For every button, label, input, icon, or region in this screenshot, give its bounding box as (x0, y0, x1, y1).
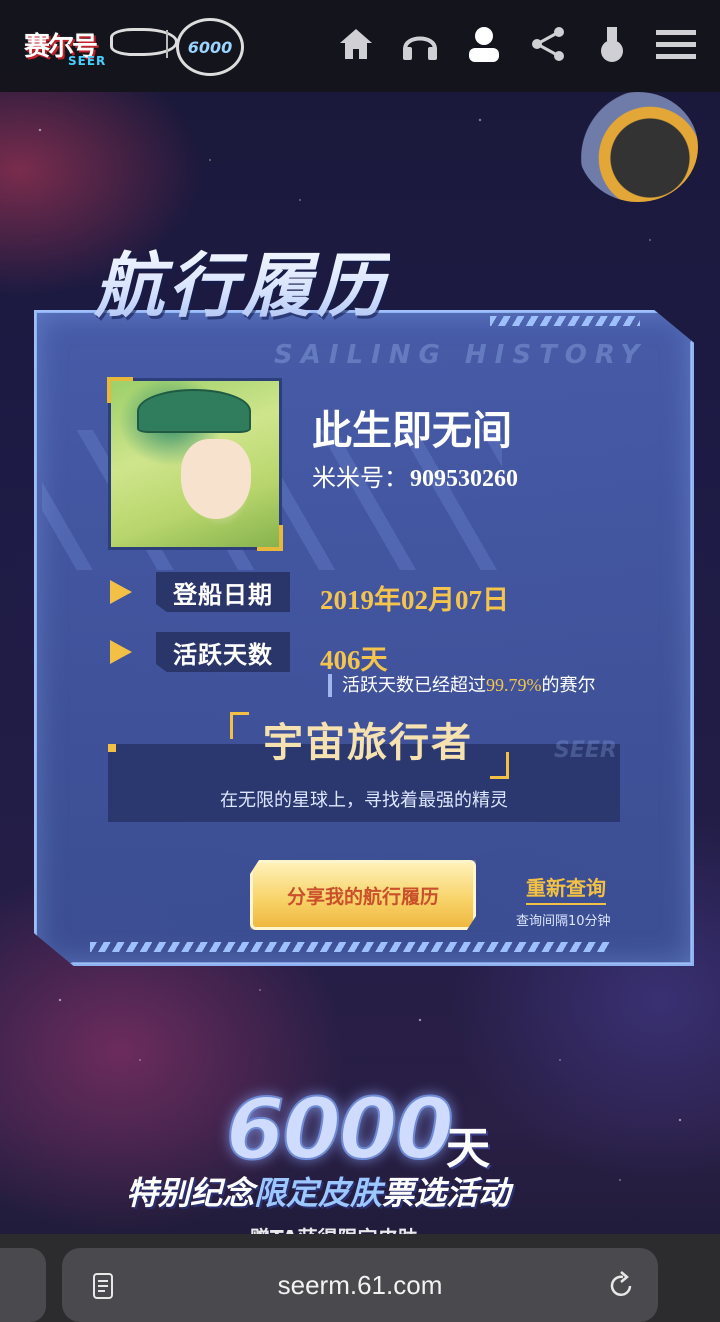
anniversary-badge: 6000 (176, 18, 244, 76)
robot-ear-decoration (578, 92, 698, 202)
sailing-history-card: 航行履历 SAILING HISTORY 此生即无间 米米号：909530260… (34, 230, 694, 966)
player-id-label: 米米号： (312, 464, 408, 492)
card-title: 航行履历 (94, 230, 390, 331)
reader-mode-icon[interactable] (90, 1272, 118, 1300)
avatar-corner-bottom-right (257, 525, 283, 551)
promo-headline-suffix: 票选活动 (382, 1174, 511, 1212)
url-text: seerm.61.com (277, 1269, 443, 1300)
rank-watermark: SEER (554, 738, 617, 763)
player-id-line: 米米号：909530260 (312, 458, 518, 493)
headphones-icon[interactable] (398, 22, 442, 66)
rank-title: 宇宙旅行者 (263, 720, 473, 766)
active-percentile: 99.79% (486, 675, 542, 695)
potion-icon[interactable] (590, 22, 634, 66)
promo-6000-number: 6000 (225, 1079, 455, 1179)
active-note-suffix: 的赛尔 (541, 675, 596, 696)
nav-icons (334, 22, 698, 66)
player-name: 此生即无间 (312, 408, 512, 454)
reload-icon[interactable] (606, 1270, 636, 1300)
user-icon[interactable] (462, 22, 506, 66)
site-header: 赛尔号 SEER 6000 (0, 0, 720, 92)
stripes-decoration-top (490, 316, 640, 326)
menu-icon[interactable] (654, 22, 698, 66)
requery-button[interactable]: 重新查询 (526, 872, 606, 905)
anniversary-badge-text: 6000 (187, 37, 233, 57)
promo-headline-prefix: 特别纪念 (126, 1174, 255, 1212)
share-icon[interactable] (526, 22, 570, 66)
rank-description: 在无限的星球上，寻找着最强的精灵 (220, 790, 508, 811)
avatar-corner-top-left (107, 377, 133, 403)
stripes-decoration-bottom (90, 942, 610, 952)
boarding-date-value: 2019年02月07日 (320, 585, 509, 615)
address-bar[interactable]: seerm.61.com (62, 1248, 658, 1322)
card-subtitle: SAILING HISTORY (274, 340, 648, 370)
active-days-label: 活跃天数 (156, 632, 290, 672)
avatar-face-shape (181, 439, 251, 519)
player-id-value: 909530260 (410, 466, 518, 492)
share-history-button[interactable]: 分享我的航行履历 (250, 860, 476, 930)
home-icon[interactable] (334, 22, 378, 66)
promo-day-unit: 天 (446, 1123, 490, 1174)
bracket-close-decoration (490, 752, 509, 779)
boarding-date-label: 登船日期 (156, 572, 290, 612)
browser-bottom-bar: seerm.61.com (0, 1234, 720, 1322)
active-days-value: 406天 (320, 645, 388, 675)
active-days-note: 活跃天数已经超过99.79%的赛尔 (328, 674, 596, 697)
promo-headline-highlight: 限定皮肤 (254, 1174, 383, 1212)
play-arrow-icon (110, 640, 132, 664)
rank-dot-decoration (108, 744, 116, 752)
requery-interval-note: 查询间隔10分钟 (516, 914, 611, 929)
previous-tab[interactable] (0, 1248, 46, 1322)
logo-sub-text: SEER (68, 54, 107, 68)
active-note-prefix: 活跃天数已经超过 (342, 675, 486, 696)
seer-logo[interactable]: 赛尔号 SEER (20, 18, 178, 72)
promo-headline[interactable]: 特别纪念限定皮肤票选活动 (126, 1168, 510, 1214)
logo-divider (166, 30, 168, 58)
player-avatar (107, 377, 283, 551)
avatar-hat-shape (137, 389, 251, 433)
play-arrow-icon (110, 580, 132, 604)
